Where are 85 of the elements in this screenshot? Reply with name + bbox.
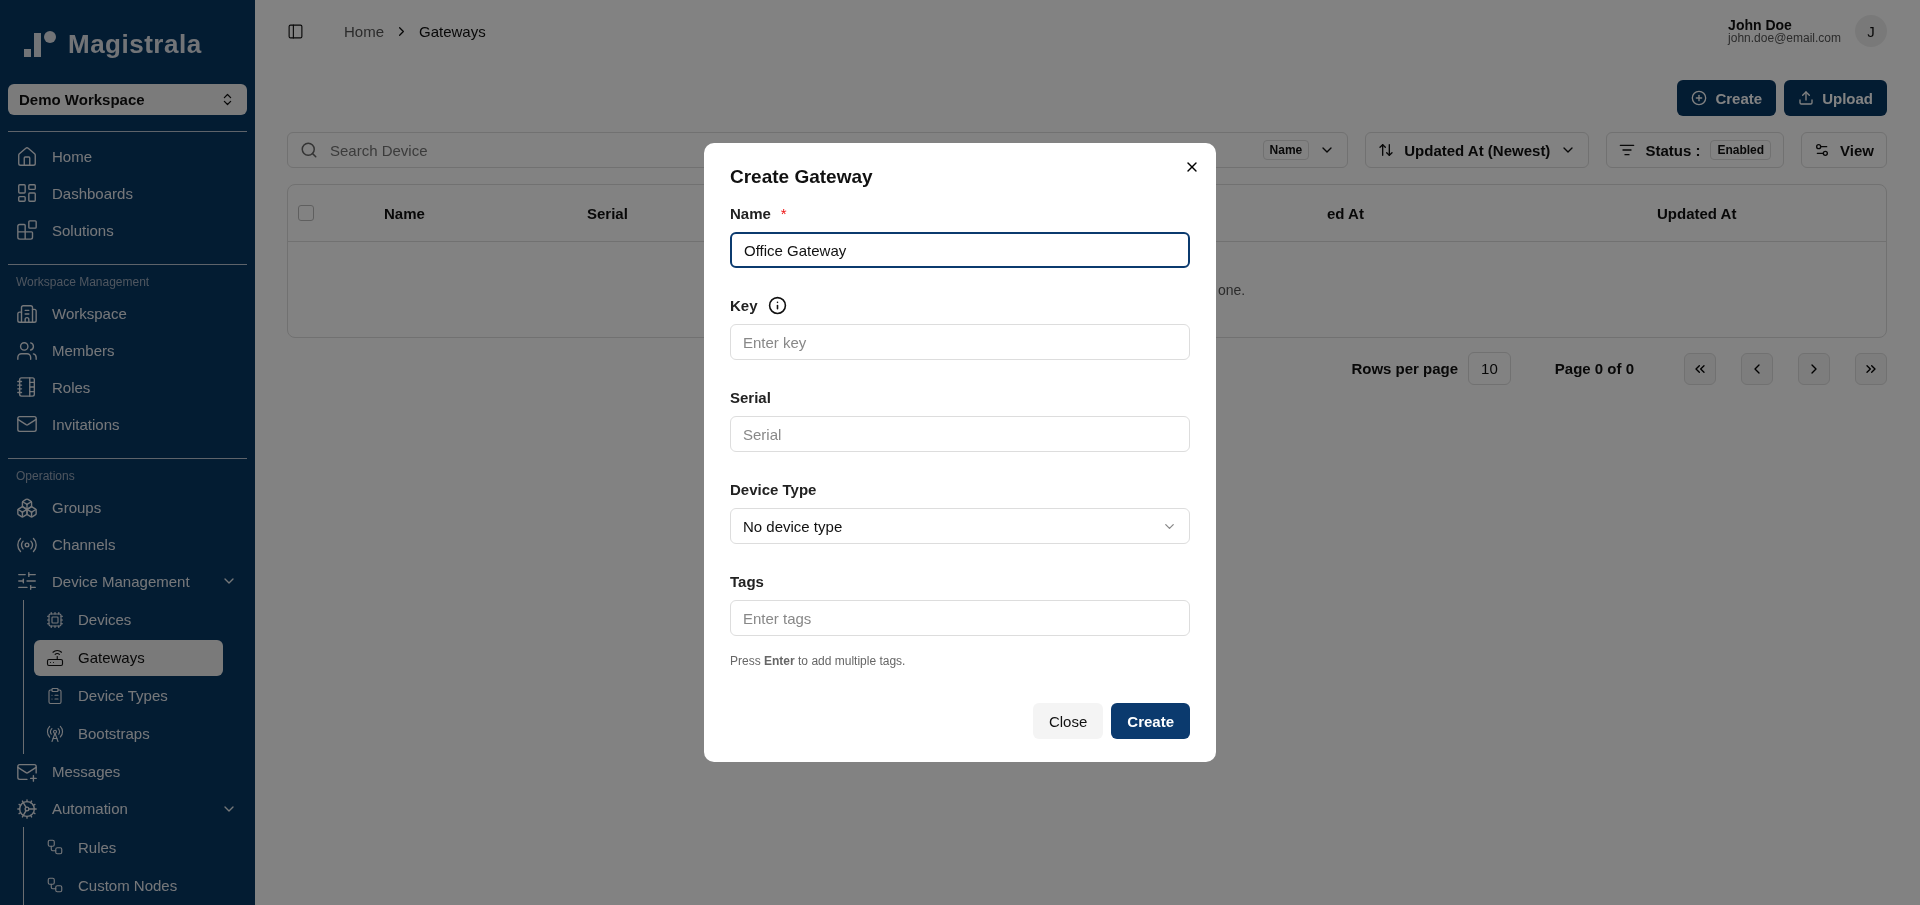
column-header[interactable]: ed At (1327, 204, 1657, 222)
close-button[interactable]: Close (1032, 703, 1104, 739)
upload-icon (1798, 90, 1815, 106)
sidebar-toggle-icon[interactable] (287, 22, 304, 40)
plus-circle-icon (1691, 90, 1708, 106)
field-label: Tags (730, 572, 764, 590)
sidebar-item[interactable]: Members (8, 334, 247, 367)
sidebar-item[interactable]: Device Types (34, 677, 223, 714)
antenna-icon (46, 724, 64, 743)
last-page-button[interactable] (1855, 352, 1887, 385)
router-icon (46, 648, 64, 667)
boxes-icon (16, 496, 38, 519)
sidebar-item[interactable]: Solutions (8, 213, 247, 247)
workflow-icon (46, 876, 64, 895)
gear-icon (16, 797, 38, 820)
rows-per-page-label: Rows per page (1351, 360, 1459, 377)
field-hint: Press Enter to add multiple tags. (730, 654, 907, 668)
sidebar-item[interactable]: Devices (34, 601, 223, 638)
breadcrumb-link[interactable]: Home (344, 22, 384, 40)
first-page-button[interactable] (1684, 352, 1716, 385)
brand-name: Magistrala (68, 28, 202, 60)
column-header[interactable]: Name (384, 204, 587, 222)
input-field[interactable]: Enter tags (730, 600, 1190, 636)
sidebar-item[interactable]: Automation (8, 792, 247, 826)
sliders-icon (1814, 142, 1831, 158)
section-heading: Operations (15, 468, 76, 486)
breadcrumb-current: Gateways (419, 22, 486, 40)
blocks-icon (16, 219, 38, 242)
sidebar-item[interactable]: Workspace (8, 297, 247, 331)
field-label: Key (730, 296, 758, 314)
status-filter-button[interactable]: Status : Enabled (1606, 132, 1785, 168)
section-heading: Workspace Management (15, 274, 151, 292)
rows-per-page-select[interactable]: 10 (1468, 352, 1511, 385)
input-field[interactable]: Serial (730, 416, 1190, 452)
users-icon (16, 339, 38, 362)
dashboard-icon (16, 182, 38, 205)
create-button[interactable]: Create (1111, 703, 1190, 739)
search-icon (300, 141, 318, 159)
field-label: Serial (730, 388, 771, 406)
dialog-title: Create Gateway (730, 166, 874, 188)
search-by-chip[interactable]: Name (1262, 140, 1310, 160)
sidebar-item[interactable]: Messages (8, 755, 247, 789)
sliders-icon (16, 570, 38, 593)
select-all-checkbox[interactable] (298, 205, 314, 221)
sidebar-item[interactable]: Bootstraps (34, 715, 223, 752)
sort-button[interactable]: Updated At (Newest) (1365, 132, 1590, 168)
workspace-select[interactable]: Demo Workspace (8, 84, 247, 116)
sidebar-item[interactable]: Groups (8, 491, 247, 525)
sidebar-item[interactable]: Roles (8, 370, 247, 404)
user-name: John Doe (1728, 18, 1793, 32)
empty-message: one. (1218, 281, 1246, 298)
status-chip: Enabled (1710, 140, 1772, 160)
sidebar-item[interactable]: Gateways (34, 639, 223, 676)
workflow-icon (46, 838, 64, 857)
input-field[interactable]: Office Gateway (730, 232, 1190, 268)
view-button[interactable]: View (1801, 132, 1887, 168)
user-email: john.doe@email.com (1728, 32, 1841, 44)
sidebar-item[interactable]: Dashboards (8, 177, 247, 210)
upload-button[interactable]: Upload (1784, 80, 1887, 116)
sidebar-item[interactable]: Rules (34, 829, 223, 866)
select-field[interactable]: No device type (730, 508, 1190, 544)
sidebar-item[interactable]: Home (8, 140, 247, 173)
chip-icon (46, 610, 64, 629)
notebook-icon (16, 376, 38, 399)
filter-icon (1619, 142, 1636, 158)
sort-icon (1378, 142, 1395, 158)
field-label: Name (730, 204, 771, 222)
logo-icon (24, 31, 58, 58)
field-label: Device Type (730, 480, 817, 498)
input-field[interactable]: Enter key (730, 324, 1190, 360)
info-icon[interactable] (767, 295, 787, 315)
sidebar-item[interactable]: Invitations (8, 407, 247, 441)
create-button[interactable]: Create (1677, 80, 1777, 116)
sidebar-item[interactable]: Device Management (8, 564, 247, 598)
sidebar-item[interactable]: Channels (8, 528, 247, 561)
clipboard-icon (46, 686, 64, 705)
next-page-button[interactable] (1798, 352, 1830, 385)
avatar[interactable]: J (1855, 15, 1887, 47)
previous-page-button[interactable] (1741, 352, 1773, 385)
required-mark: * (780, 204, 787, 222)
building-icon (16, 302, 38, 325)
page-indicator: Page 0 of 0 (1554, 360, 1634, 377)
sidebar-item[interactable]: Custom Nodes (34, 867, 223, 904)
home-icon (16, 145, 38, 168)
column-header[interactable]: Updated At (1657, 204, 1886, 222)
